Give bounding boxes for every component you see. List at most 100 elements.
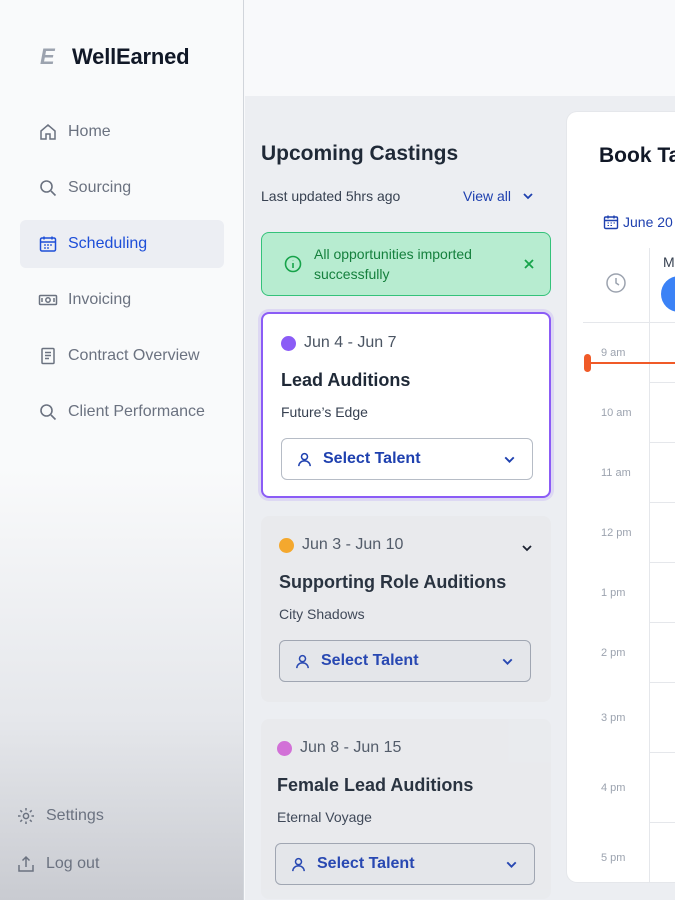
chevron-down-icon[interactable]	[519, 540, 535, 556]
hour-line	[649, 752, 675, 753]
sidebar-item-invoicing[interactable]: Invoicing	[20, 276, 224, 324]
month-label: June 20	[623, 214, 673, 230]
card-title: Female Lead Auditions	[277, 775, 474, 795]
top-bar	[245, 0, 675, 96]
chevron-down-icon	[502, 658, 513, 665]
select-talent-button[interactable]: Select Talent	[279, 640, 531, 682]
sidebar-nav: Home Sourcing Scheduling Invoicing Contr…	[20, 108, 224, 444]
view-all-button[interactable]: View all	[463, 188, 535, 204]
banknote-icon	[38, 294, 58, 306]
card-date-range: Jun 8 - Jun 15	[300, 739, 402, 756]
card-subtitle: Future’s Edge	[281, 404, 368, 420]
header-divider	[583, 322, 675, 323]
hour-line	[649, 682, 675, 683]
hour-line	[649, 442, 675, 443]
column-divider	[649, 248, 650, 882]
search-icon	[40, 404, 57, 421]
sidebar-bottom-nav-2: Log out	[16, 852, 236, 876]
user-icon	[292, 857, 305, 871]
time-label: 9 am	[601, 347, 626, 359]
day-number-circle[interactable]	[661, 276, 675, 312]
settings-button[interactable]: Settings	[16, 804, 236, 828]
select-talent-label: Select Talent	[321, 652, 419, 669]
info-icon	[284, 255, 302, 273]
card-date-range: Jun 4 - Jun 7	[304, 334, 397, 351]
sidebar-item-label: Scheduling	[68, 235, 148, 252]
sidebar-item-sourcing[interactable]: Sourcing	[20, 164, 224, 212]
hour-line	[649, 622, 675, 623]
month-selector[interactable]: June 20	[603, 214, 673, 230]
chevron-down-icon	[523, 193, 533, 200]
sidebar-item-label: Invoicing	[68, 291, 132, 308]
booking-calendar: Book Ta June 20 M 9 am 10 am 11 am 12 pm…	[567, 112, 675, 882]
hour-line	[649, 822, 675, 823]
page-title: Upcoming Castings	[261, 142, 459, 165]
clock-icon	[606, 273, 626, 293]
alert-message: All opportunities imported successfully	[314, 246, 472, 282]
sidebar-item-home[interactable]: Home	[20, 108, 224, 156]
status-dot	[277, 740, 292, 756]
day-label: M	[663, 254, 675, 270]
chevron-down-icon	[506, 861, 517, 868]
casting-card[interactable]: Jun 3 - Jun 10 Supporting Role Auditions…	[261, 516, 551, 702]
calendar-icon	[603, 215, 619, 230]
time-label: 10 am	[601, 407, 632, 419]
user-icon	[298, 452, 311, 466]
select-talent-label: Select Talent	[317, 855, 415, 872]
status-dot	[279, 537, 294, 553]
sidebar-item-label: Contract Overview	[68, 347, 200, 364]
sidebar-bottom-nav: Settings	[16, 804, 236, 828]
logo-mark: E	[40, 44, 55, 69]
select-talent-button[interactable]: Select Talent	[275, 843, 535, 885]
time-label: 3 pm	[601, 712, 626, 724]
card-dates: Jun 4 - Jun 7	[281, 334, 397, 352]
logout-icon	[18, 855, 34, 872]
hour-line	[649, 562, 675, 563]
hour-line	[649, 382, 675, 383]
hour-line	[649, 502, 675, 503]
gear-icon	[18, 808, 34, 824]
search-icon	[40, 180, 57, 197]
logout-button[interactable]: Log out	[16, 852, 236, 876]
time-label: 4 pm	[601, 782, 626, 794]
main-content: Upcoming Castings Last updated 5hrs ago …	[245, 96, 675, 900]
brand-logo[interactable]: E WellEarned	[40, 44, 190, 70]
card-subtitle: Eternal Voyage	[277, 809, 372, 825]
view-all-label: View all	[463, 188, 511, 204]
sidebar: E WellEarned Home Sourcing Scheduling In…	[0, 0, 244, 900]
calendar-icon	[39, 236, 57, 252]
card-subtitle: City Shadows	[279, 606, 365, 622]
calendar-title: Book Ta	[599, 144, 675, 167]
select-talent-label: Select Talent	[323, 450, 421, 467]
time-label: 2 pm	[601, 647, 626, 659]
chevron-down-icon	[504, 456, 515, 463]
current-time-marker	[584, 354, 591, 372]
success-alert: All opportunities imported successfully	[261, 232, 551, 296]
casting-card[interactable]: Jun 8 - Jun 15 Female Lead Auditions Ete…	[261, 719, 551, 899]
card-dates: Jun 3 - Jun 10	[279, 536, 403, 554]
sidebar-item-client-performance[interactable]: Client Performance	[20, 388, 224, 436]
status-dot	[281, 335, 296, 351]
last-updated-text: Last updated 5hrs ago	[261, 188, 401, 204]
card-date-range: Jun 3 - Jun 10	[302, 536, 404, 553]
close-icon[interactable]	[520, 255, 538, 273]
document-icon	[41, 347, 55, 365]
card-title: Supporting Role Auditions	[279, 572, 507, 592]
sidebar-item-scheduling[interactable]: Scheduling	[20, 220, 224, 268]
card-title: Lead Auditions	[281, 370, 411, 390]
casting-card[interactable]: Jun 4 - Jun 7 Lead Auditions Future’s Ed…	[261, 312, 551, 498]
time-label: 1 pm	[601, 587, 626, 599]
time-label: 11 am	[601, 467, 631, 479]
sidebar-item-label: Client Performance	[68, 403, 205, 420]
brand-name: WellEarned	[72, 44, 190, 69]
sidebar-item-contract-overview[interactable]: Contract Overview	[20, 332, 224, 380]
updated-row: Last updated 5hrs ago View all	[261, 188, 535, 204]
sidebar-item-label: Sourcing	[68, 179, 132, 196]
settings-label: Settings	[46, 807, 104, 824]
time-label: 5 pm	[601, 852, 626, 864]
logout-label: Log out	[46, 855, 100, 872]
user-icon	[296, 654, 309, 668]
time-label: 12 pm	[601, 527, 632, 539]
select-talent-button[interactable]: Select Talent	[281, 438, 533, 480]
current-time-line	[587, 362, 675, 364]
